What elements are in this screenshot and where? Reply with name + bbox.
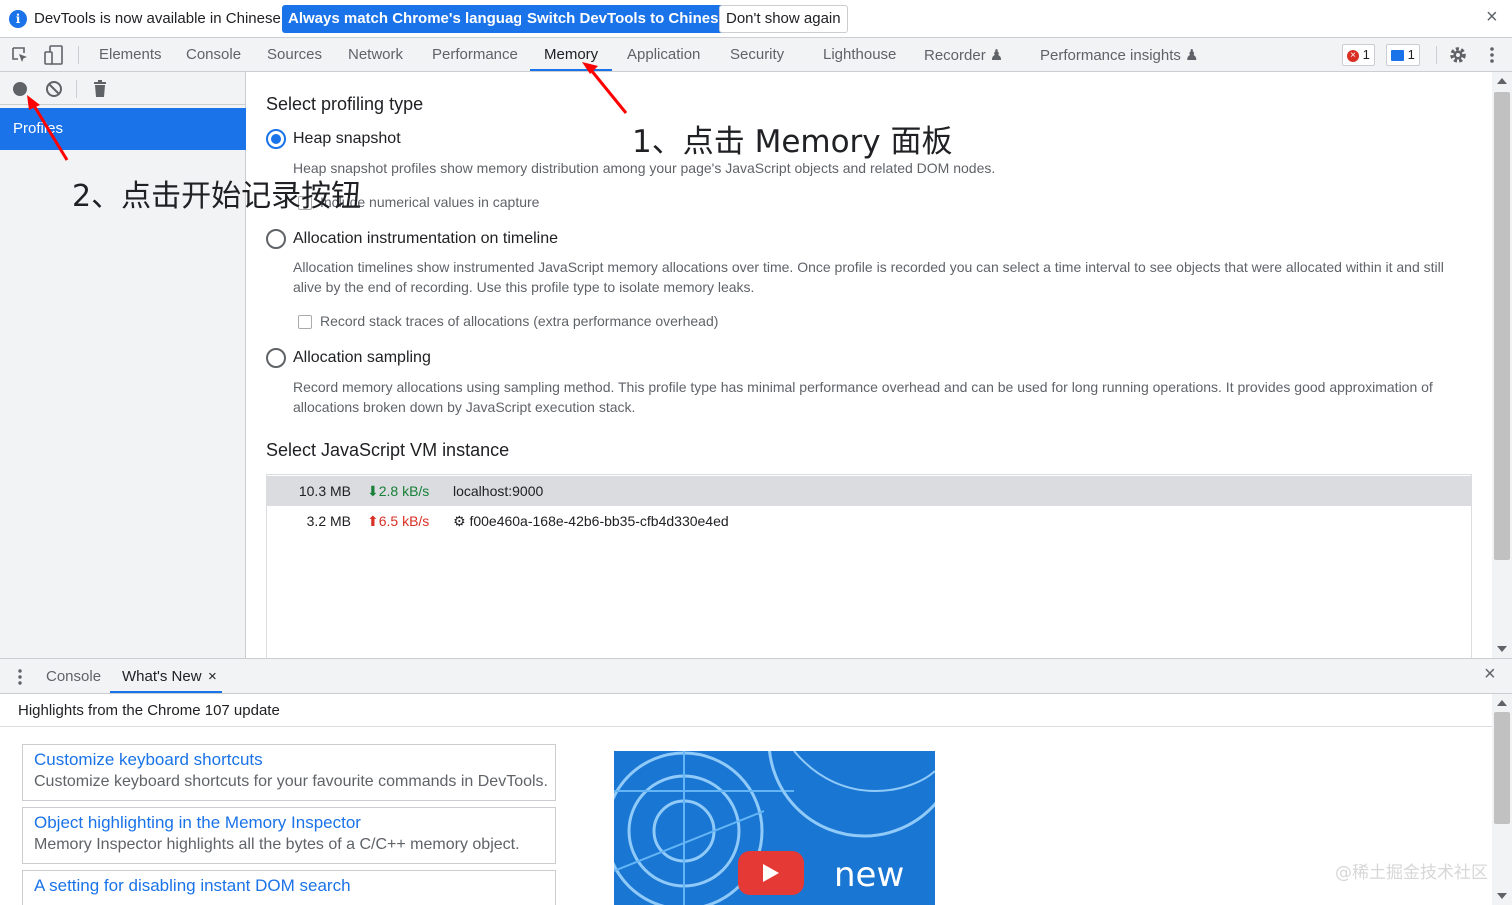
feature-card-title[interactable]: A setting for disabling instant DOM sear… (34, 876, 351, 896)
drawer-divider (0, 726, 1492, 727)
tab-network[interactable]: Network (348, 46, 403, 63)
always-match-language-button[interactable]: Always match Chrome's language (282, 5, 537, 33)
drawer-active-tab-indicator (110, 691, 222, 693)
vm-heap-rate: ⬆6.5 kB/s (367, 513, 430, 529)
info-icon: i (9, 10, 27, 28)
drawer-tabbar: Console What's New × × (0, 658, 1512, 694)
tab-security[interactable]: Security (730, 46, 784, 63)
scroll-down-icon[interactable] (1497, 893, 1507, 899)
feature-card[interactable]: Customize keyboard shortcuts Customize k… (22, 744, 556, 801)
switch-to-chinese-button[interactable]: Switch DevTools to Chinese (521, 5, 733, 33)
watermark-text: @稀土掘金技术社区 (1335, 863, 1488, 883)
vm-instance-name: localhost:9000 (453, 483, 544, 499)
clear-all-profiles-icon[interactable] (45, 80, 63, 98)
feature-card[interactable]: A setting for disabling instant DOM sear… (22, 870, 556, 905)
profiling-type-heading: Select profiling type (266, 94, 424, 114)
feature-card-description: Customize keyboard shortcuts for your fa… (34, 773, 548, 790)
tab-elements[interactable]: Elements (99, 46, 162, 63)
heap-snapshot-description: Heap snapshot profiles show memory distr… (293, 160, 996, 176)
error-icon: × (1347, 49, 1359, 62)
scroll-down-icon[interactable] (1497, 646, 1507, 652)
tab-console[interactable]: Console (186, 46, 241, 63)
stack-traces-checkbox[interactable] (298, 315, 312, 329)
infobar-message: DevTools is now available in Chinese! (34, 10, 285, 27)
annotation-step-2: 2、点击开始记录按钮 (72, 179, 362, 214)
drawer-scrollbar-thumb[interactable] (1494, 712, 1510, 824)
trash-icon[interactable] (91, 79, 109, 99)
vm-heap-rate: ⬇2.8 kB/s (367, 483, 430, 499)
error-count-badge[interactable]: × 1 (1342, 44, 1375, 66)
inspect-element-icon[interactable] (10, 45, 30, 65)
profiles-sidebar: Profiles (0, 72, 246, 658)
promo-new-text: new (834, 855, 905, 895)
toolbar-divider (1436, 46, 1437, 64)
vm-instance-row[interactable]: 10.3 MB ⬇2.8 kB/s localhost:9000 (267, 476, 1471, 506)
vm-heap-size: 3.2 MB (306, 513, 351, 529)
vm-instance-table: 10.3 MB ⬇2.8 kB/s localhost:9000 3.2 MB … (266, 474, 1472, 658)
toolbar-divider (76, 80, 77, 98)
whats-new-header: Highlights from the Chrome 107 update (18, 702, 280, 719)
scroll-up-icon[interactable] (1497, 700, 1507, 706)
panel-scrollbar-thumb[interactable] (1494, 92, 1510, 560)
vm-instance-name: ⚙ f00e460a-168e-42b6-bb35-cfb4d330e4ed (453, 513, 729, 529)
feature-card-title[interactable]: Object highlighting in the Memory Inspec… (34, 813, 361, 833)
message-icon (1391, 50, 1404, 62)
record-icon[interactable] (11, 80, 29, 98)
message-count-badge[interactable]: 1 (1386, 44, 1420, 66)
feature-card[interactable]: Object highlighting in the Memory Inspec… (22, 807, 556, 864)
active-tab-indicator (530, 69, 612, 71)
tab-application[interactable]: Application (627, 46, 700, 63)
heap-snapshot-radio[interactable] (266, 129, 286, 149)
drawer-menu-icon[interactable] (14, 668, 26, 686)
allocation-timeline-description: Allocation timelines show instrumented J… (293, 259, 1444, 295)
allocation-timeline-radio[interactable] (266, 229, 286, 249)
scroll-up-icon[interactable] (1497, 78, 1507, 84)
feature-card-title[interactable]: Customize keyboard shortcuts (34, 750, 263, 770)
tab-recorder[interactable]: Recorder ♟ (924, 46, 1003, 64)
tab-performance-insights[interactable]: Performance insights ♟ (1040, 46, 1199, 64)
allocation-sampling-description: Record memory allocations using sampling… (293, 379, 1433, 415)
tab-memory[interactable]: Memory (544, 46, 598, 63)
vm-instance-heading: Select JavaScript VM instance (266, 440, 510, 460)
drawer-close-icon[interactable]: × (1484, 663, 1496, 686)
main-tabbar: Elements Console Sources Network Perform… (0, 38, 1512, 72)
error-count: 1 (1362, 47, 1370, 62)
heap-snapshot-label[interactable]: Heap snapshot (293, 130, 401, 148)
sidebar-item-profiles[interactable]: Profiles (0, 108, 246, 150)
drawer-tab-console[interactable]: Console (46, 668, 101, 685)
toolbar-divider (78, 46, 79, 64)
language-infobar: i DevTools is now available in Chinese! … (0, 0, 1512, 38)
tab-performance[interactable]: Performance (432, 46, 518, 63)
allocation-timeline-label[interactable]: Allocation instrumentation on timeline (293, 230, 558, 248)
stack-traces-label[interactable]: Record stack traces of allocations (extr… (320, 313, 718, 329)
drawer-tab-whats-new[interactable]: What's New (122, 668, 202, 685)
message-count: 1 (1407, 47, 1415, 62)
whats-new-close-icon[interactable]: × (208, 668, 217, 685)
infobar-close-icon[interactable]: × (1486, 6, 1498, 29)
tab-lighthouse[interactable]: Lighthouse (823, 46, 896, 63)
annotation-step-1: 1、点击 Memory 面板 (632, 124, 953, 160)
whats-new-video-thumbnail[interactable]: new (614, 751, 935, 905)
vm-heap-size: 10.3 MB (298, 483, 351, 499)
tab-sources[interactable]: Sources (267, 46, 322, 63)
allocation-sampling-radio[interactable] (266, 348, 286, 368)
sidebar-divider (0, 104, 245, 105)
dont-show-again-button[interactable]: Don't show again (719, 5, 848, 33)
play-triangle-icon (763, 864, 779, 882)
youtube-play-icon[interactable] (738, 851, 804, 895)
feature-card-description: Memory Inspector highlights all the byte… (34, 836, 520, 853)
allocation-sampling-label[interactable]: Allocation sampling (293, 349, 431, 367)
vm-instance-row[interactable]: 3.2 MB ⬆6.5 kB/s ⚙ f00e460a-168e-42b6-bb… (267, 506, 1471, 536)
settings-gear-icon[interactable] (1447, 44, 1469, 66)
more-options-icon[interactable] (1486, 45, 1498, 65)
device-toolbar-icon[interactable] (43, 44, 65, 66)
